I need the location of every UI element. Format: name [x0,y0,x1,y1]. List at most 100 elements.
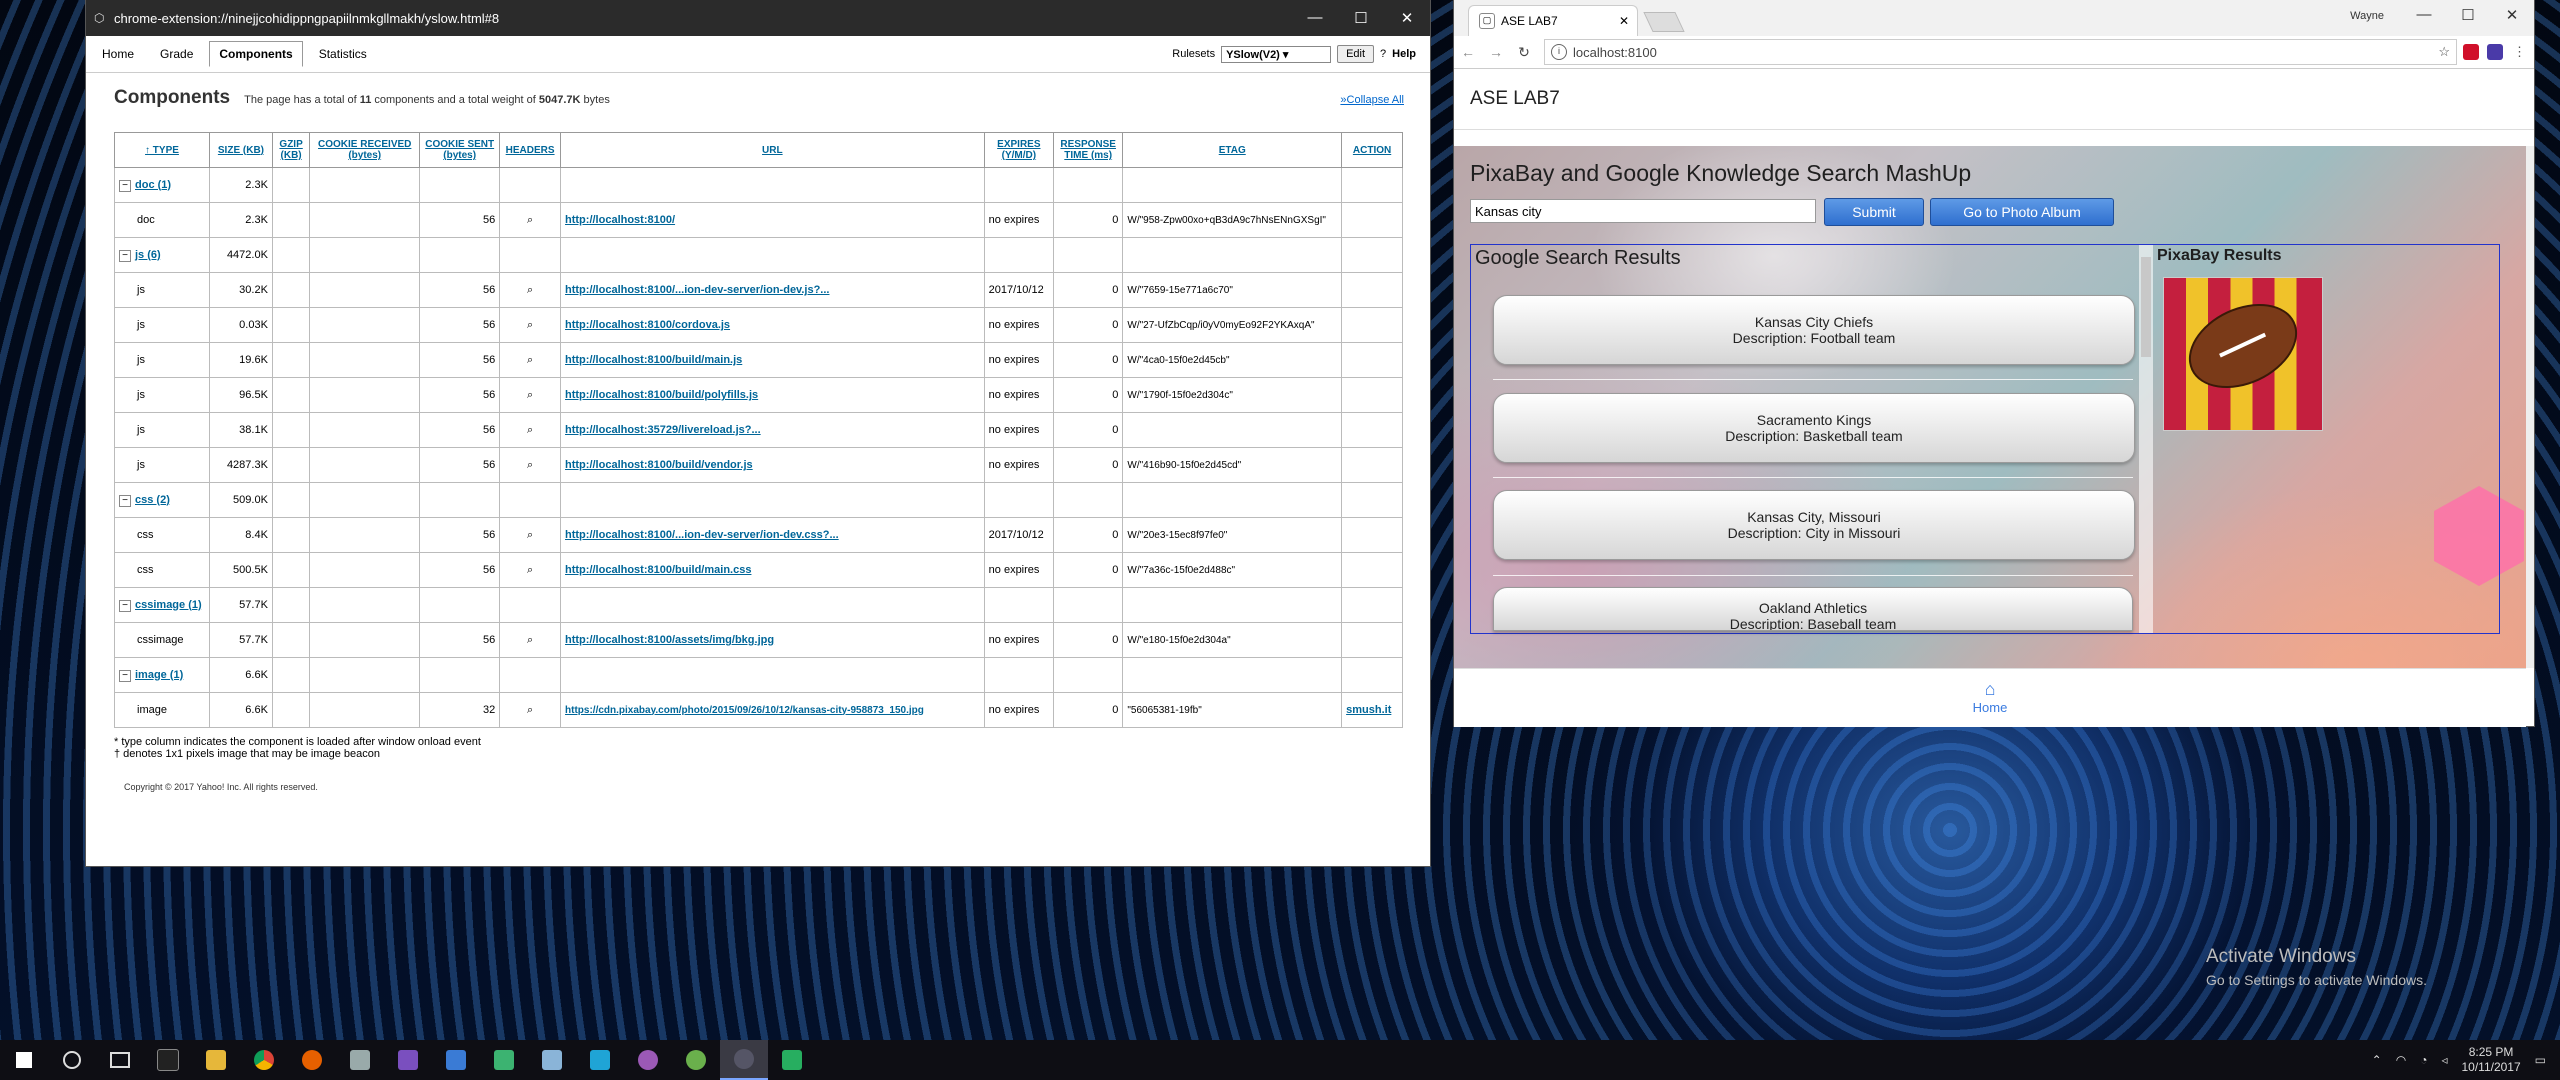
col-headers[interactable]: HEADERS [499,132,562,168]
smushit-link[interactable]: smush.it [1346,704,1391,716]
android-studio-icon[interactable] [672,1040,720,1080]
wifi-icon[interactable]: ◔ [2420,1053,2427,1067]
collapse-toggle-icon[interactable]: − [119,179,131,192]
component-url-link[interactable]: http://localhost:8100/build/polyfills.js [565,389,758,401]
collapse-toggle-icon[interactable]: − [119,494,131,507]
help-menu[interactable]: Help [1392,48,1416,60]
col-type[interactable]: ↑ TYPE [114,132,210,168]
component-url-link[interactable]: http://localhost:8100/assets/img/bkg.jpg [565,634,774,646]
webstorm-icon[interactable] [576,1040,624,1080]
photo-album-button[interactable]: Go to Photo Album [1930,198,2114,226]
home-icon[interactable]: ⌂ [1454,679,2526,700]
volume-icon[interactable]: ◃ [2441,1053,2447,1067]
col-size[interactable]: SIZE (KB) [208,132,273,168]
notepad-icon[interactable] [528,1040,576,1080]
page-scrollbar[interactable] [2526,146,2534,668]
home-tab-label[interactable]: Home [1454,700,2526,715]
group-row-image[interactable]: − image (1) 6.6K [114,657,1403,693]
chrome-extension-icon[interactable] [720,1040,768,1080]
headers-search-icon[interactable]: ⌕ [527,424,533,436]
tab-components[interactable]: Components [209,41,303,67]
notification-icon[interactable]: ▭ [2535,1053,2546,1067]
tab-grade[interactable]: Grade [150,41,203,67]
component-url-link[interactable]: https://cdn.pixabay.com/photo/2015/09/26… [565,705,924,716]
help-icon[interactable]: ? [1380,48,1386,60]
clock[interactable]: 8:25 PM 10/11/2017 [2461,1045,2520,1075]
headers-search-icon[interactable]: ⌕ [527,564,533,576]
media-icon[interactable] [624,1040,672,1080]
group-row-js[interactable]: − js (6) 4472.0K [114,237,1403,273]
component-url-link[interactable]: http://localhost:8100/build/main.css [565,564,751,576]
spreadsheet-icon[interactable] [768,1040,816,1080]
col-cookie-received[interactable]: COOKIE RECEIVED (bytes) [309,132,421,168]
search-input[interactable]: Kansas city [1470,199,1816,223]
col-gzip[interactable]: GZIP (KB) [271,132,311,168]
omnibox[interactable]: i localhost:8100 ☆ [1544,39,2457,65]
extension-icon[interactable] [2463,44,2479,60]
start-icon[interactable] [0,1040,48,1080]
task-view-icon[interactable] [96,1040,144,1080]
headers-search-icon[interactable]: ⌕ [527,459,533,471]
ruleset-select[interactable]: YSlow(V2) ▾ [1221,45,1332,63]
new-tab-button[interactable] [1643,12,1685,32]
network-icon[interactable]: ◠ [2396,1053,2406,1067]
tab-close-icon[interactable]: ✕ [1619,14,1629,28]
scroll-thumb[interactable] [2141,257,2151,357]
result-card[interactable]: Oakland Athletics Description: Baseball … [1493,587,2133,631]
chevron-up-icon[interactable]: ⌃ [2372,1053,2382,1067]
component-url-link[interactable]: http://localhost:8100/cordova.js [565,319,730,331]
browser-tab[interactable]: ▢ ASE LAB7 ✕ [1468,5,1638,36]
collapse-all-link[interactable]: »Collapse All [1340,94,1404,106]
result-card[interactable]: Kansas City, Missouri Description: City … [1493,490,2135,560]
col-etag[interactable]: ETAG [1122,132,1343,168]
forward-icon[interactable]: → [1482,44,1510,60]
tools-icon[interactable] [336,1040,384,1080]
collapse-toggle-icon[interactable]: − [119,669,131,682]
headers-search-icon[interactable]: ⌕ [527,354,533,366]
col-response-time[interactable]: RESPONSE TIME (ms) [1053,132,1124,168]
component-url-link[interactable]: http://localhost:35729/livereload.js?... [565,424,761,436]
maximize-icon[interactable]: ☐ [1338,9,1384,27]
extension-icon[interactable] [2487,44,2503,60]
col-cookie-sent[interactable]: COOKIE SENT (bytes) [419,132,501,168]
group-row-css[interactable]: − css (2) 509.0K [114,482,1403,518]
firefox-icon[interactable] [288,1040,336,1080]
back-icon[interactable]: ← [1454,44,1482,60]
component-url-link[interactable]: http://localhost:8100/build/vendor.js [565,459,753,471]
headers-search-icon[interactable]: ⌕ [527,529,533,541]
tab-home[interactable]: Home [92,41,144,67]
minimize-icon[interactable]: — [2402,6,2446,24]
minimize-icon[interactable]: — [1292,9,1338,27]
submit-button[interactable]: Submit [1824,198,1924,226]
close-icon[interactable]: ✕ [1384,9,1430,27]
results-scrollbar[interactable] [2139,245,2153,633]
tab-statistics[interactable]: Statistics [309,41,377,67]
component-url-link[interactable]: http://localhost:8100/build/main.js [565,354,742,366]
pixabay-result-image[interactable] [2163,277,2323,431]
collapse-toggle-icon[interactable]: − [119,249,131,262]
headers-search-icon[interactable]: ⌕ [527,634,533,646]
terminal-icon[interactable] [144,1040,192,1080]
col-url[interactable]: URL [560,132,985,168]
component-url-link[interactable]: http://localhost:8100/ [565,214,675,226]
search-icon[interactable] [48,1040,96,1080]
visual-studio-icon[interactable] [384,1040,432,1080]
col-action[interactable]: ACTION [1341,132,1403,168]
profile-name[interactable]: Wayne [2350,10,2384,22]
headers-search-icon[interactable]: ⌕ [527,319,533,331]
headers-search-icon[interactable]: ⌕ [527,214,533,226]
bookmark-star-icon[interactable]: ☆ [2438,44,2450,60]
vm-icon[interactable] [432,1040,480,1080]
headers-search-icon[interactable]: ⌕ [527,704,533,716]
result-card[interactable]: Sacramento Kings Description: Basketball… [1493,393,2135,463]
file-explorer-icon[interactable] [192,1040,240,1080]
result-card[interactable]: Kansas City Chiefs Description: Football… [1493,295,2135,365]
pycharm-icon[interactable] [480,1040,528,1080]
chrome-menu-icon[interactable]: ⋮ [2513,44,2526,60]
col-expires[interactable]: EXPIRES (Y/M/D) [983,132,1055,168]
headers-search-icon[interactable]: ⌕ [527,389,533,401]
maximize-icon[interactable]: ☐ [2446,6,2490,24]
group-row-doc[interactable]: − doc (1) 2.3K [114,167,1403,203]
group-row-cssimage[interactable]: − cssimage (1) 57.7K [114,587,1403,623]
collapse-toggle-icon[interactable]: − [119,599,131,612]
